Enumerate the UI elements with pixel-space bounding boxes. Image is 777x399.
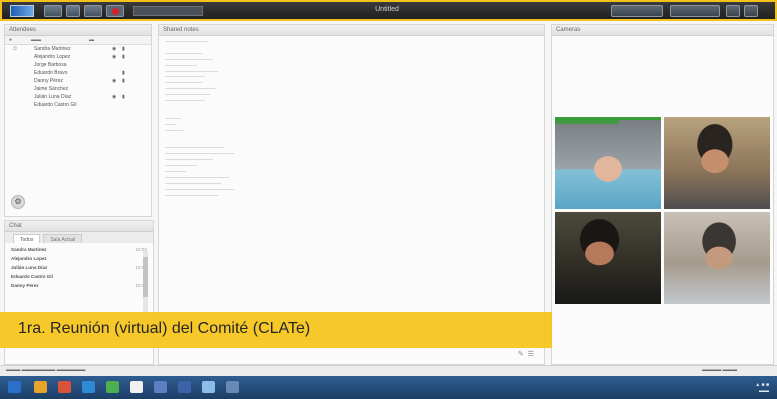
- chat-message: Alejandro Lopez: [5, 252, 153, 261]
- video-tile-1[interactable]: [555, 117, 661, 209]
- layout-dropdown[interactable]: [611, 5, 663, 17]
- video-header: Cameras: [552, 25, 773, 36]
- webcam-button[interactable]: [66, 5, 80, 17]
- attendee-row[interactable]: Alejandro Lopez ◉ ▮: [5, 53, 151, 61]
- video-tile-4[interactable]: [664, 212, 770, 304]
- camera-icon[interactable]: ▮: [122, 70, 130, 76]
- app-icon-7[interactable]: [178, 381, 191, 393]
- attendee-row[interactable]: Danny Pérez ◉ ▮: [5, 77, 151, 85]
- microphone-icon[interactable]: ◉: [112, 78, 120, 84]
- attendee-name: Sandra Martinez: [34, 46, 71, 52]
- notes-header: Shared notes: [159, 25, 544, 36]
- attendee-name: Danny Pérez: [34, 78, 63, 84]
- status-field: [133, 6, 203, 16]
- notes-line: ‒‒‒‒‒‒‒‒‒‒‒‒‒‒‒‒‒‒‒‒: [165, 193, 219, 199]
- attendee-name: Julián Luna Díaz: [34, 94, 72, 100]
- chat-author: Eduardo Castro Gil: [11, 274, 53, 279]
- attendee-name: Jorge Barbosa: [34, 62, 67, 68]
- excel-icon[interactable]: [106, 381, 119, 393]
- help-button[interactable]: [726, 5, 740, 17]
- chat-author: Julián Luna Díaz: [11, 265, 48, 270]
- attendees-header: Attendees: [5, 25, 151, 36]
- chat-message: Julián Luna Díaz 10:05: [5, 261, 153, 270]
- chat-tabs: Todos Sala Actual: [5, 232, 153, 243]
- screen-share-button[interactable]: [44, 5, 62, 17]
- record-button[interactable]: [106, 5, 124, 17]
- tab-current-room[interactable]: Sala Actual: [43, 234, 83, 243]
- camera-icon[interactable]: ▮: [122, 94, 130, 100]
- browser-icon[interactable]: [58, 381, 71, 393]
- microphone-icon[interactable]: ◉: [112, 94, 120, 100]
- column-name: ▬▬: [31, 37, 41, 43]
- video-panel: Cameras: [551, 24, 774, 365]
- status-bar: ▬▬▬ ▬▬▬▬▬▬▬ ▬▬▬▬▬▬ ▬▬▬▬ ▬▬▬: [0, 365, 777, 376]
- camera-icon[interactable]: ▮: [122, 78, 130, 84]
- microphone-icon[interactable]: ◉: [112, 46, 120, 52]
- windows-taskbar: ▲ ■ ■ ▬▬: [0, 376, 777, 399]
- notes-text-area[interactable]: ‒‒‒‒‒‒‒‒‒‒‒‒‒‒‒‒ ‒‒‒‒‒‒‒‒‒‒‒‒‒‒ ‒‒‒‒‒‒‒‒‒…: [159, 36, 544, 203]
- video-grid: [555, 117, 772, 306]
- word-icon[interactable]: [82, 381, 95, 393]
- caption-band: 1ra. Reunión (virtual) del Comité (CLATe…: [0, 312, 552, 348]
- notes-tools[interactable]: ✎☰: [518, 350, 538, 358]
- app-icon-6[interactable]: [154, 381, 167, 393]
- end-session-button[interactable]: [670, 5, 720, 17]
- user-icon: ☺: [12, 46, 19, 52]
- attendee-name: Jaime Sánchez: [34, 86, 69, 92]
- tab-everyone[interactable]: Todos: [13, 234, 41, 243]
- attendees-columns: ● ▬▬ ▬: [5, 36, 151, 45]
- attendee-name: Alejandro Lopez: [34, 54, 71, 60]
- attendee-row[interactable]: Jorge Barbosa: [5, 61, 151, 69]
- column-status: ●: [9, 37, 13, 43]
- column-media: ▬: [89, 37, 94, 43]
- chat-author: Danny Pérez: [11, 283, 39, 288]
- start-icon[interactable]: [8, 381, 21, 393]
- system-tray[interactable]: ▲ ■ ■ ▬▬: [755, 382, 769, 394]
- chrome-icon[interactable]: [130, 381, 143, 393]
- attendee-row[interactable]: Eduardo Castro Gil: [5, 101, 151, 109]
- attendee-row[interactable]: ☺ Sandra Martinez ◉ ▮: [5, 45, 151, 53]
- microphone-icon[interactable]: ◉: [112, 54, 120, 60]
- folder-icon[interactable]: [34, 381, 47, 393]
- video-tile-2[interactable]: [664, 117, 770, 209]
- chat-author: Sandra Martinez: [11, 247, 47, 252]
- attendees-list: ☺ Sandra Martinez ◉ ▮ Alejandro Lopez ◉ ▮ Jorge…: [5, 45, 151, 109]
- chat-author: Alejandro Lopez: [11, 256, 47, 261]
- audio-options-button[interactable]: [84, 5, 102, 17]
- chat-message: Eduardo Castro Gil: [5, 270, 153, 279]
- chat-header: Chat: [5, 221, 153, 232]
- chat-message: Danny Pérez 10:06: [5, 279, 153, 288]
- status-bar-right: ▬▬▬▬ ▬▬▬: [702, 368, 737, 373]
- app-icon-9[interactable]: [226, 381, 239, 393]
- status-bar-text: ▬▬▬ ▬▬▬▬▬▬▬ ▬▬▬▬▬▬: [6, 368, 86, 373]
- attendee-row[interactable]: Julián Luna Díaz ◉ ▮: [5, 93, 151, 101]
- video-tile-3[interactable]: [555, 212, 661, 304]
- app-logo: [10, 5, 34, 17]
- attendee-row[interactable]: Jaime Sánchez: [5, 85, 151, 93]
- camera-icon[interactable]: ▮: [122, 46, 130, 52]
- top-toolbar: Untitled: [0, 0, 777, 21]
- active-speaker-label: [555, 120, 619, 124]
- chat-message: Sandra Martinez 10:04: [5, 243, 153, 252]
- app-icon-8[interactable]: [202, 381, 215, 393]
- attendee-row[interactable]: Eduardo Bravo ▮: [5, 69, 151, 77]
- attendees-settings-icon[interactable]: ⚙: [11, 195, 25, 209]
- attendee-name: Eduardo Bravo: [34, 70, 68, 76]
- caption-text: 1ra. Reunión (virtual) del Comité (CLATe…: [18, 320, 311, 337]
- window-title: Untitled: [375, 6, 399, 13]
- chat-messages: Sandra Martinez 10:04 Alejandro Lopez Juliá…: [5, 243, 153, 288]
- attendees-panel: Attendees ● ▬▬ ▬ ☺ Sandra Martinez ◉ ▮ Aleja…: [4, 24, 152, 217]
- camera-icon[interactable]: ▮: [122, 54, 130, 60]
- attendee-name: Eduardo Castro Gil: [34, 102, 77, 108]
- settings-button[interactable]: [744, 5, 758, 17]
